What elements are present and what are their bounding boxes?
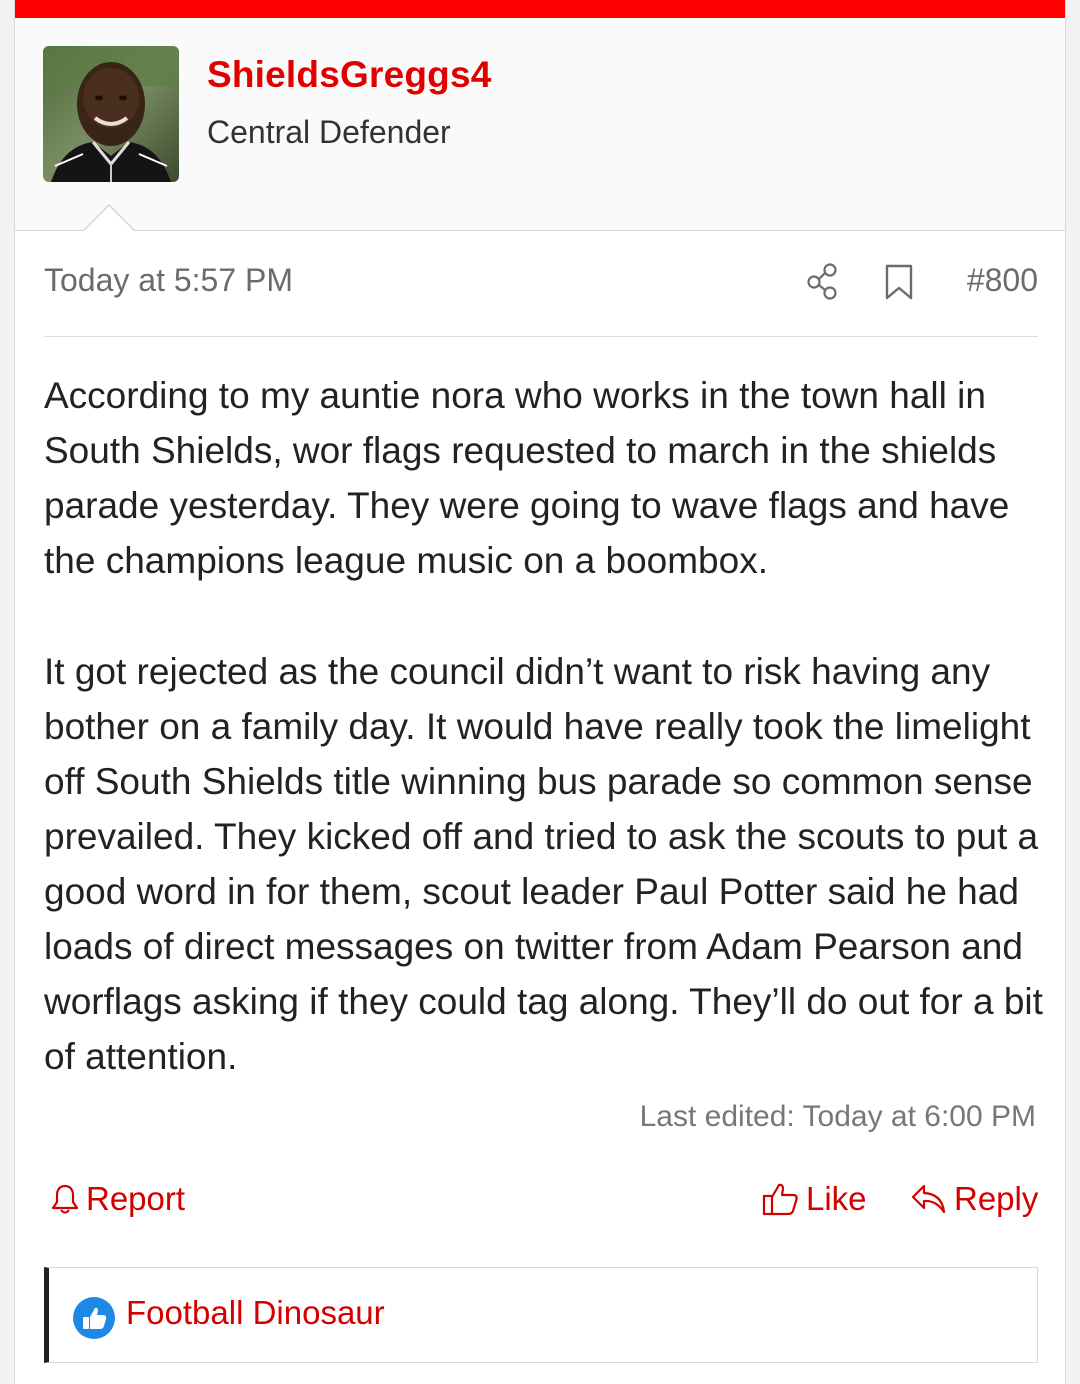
post-date[interactable]: Today at 5:57 PM bbox=[44, 262, 293, 299]
message-paragraph: It got rejected as the council didn’t wa… bbox=[44, 651, 1043, 1077]
reply-icon bbox=[911, 1184, 946, 1214]
report-button[interactable]: Report bbox=[50, 1180, 185, 1218]
thumbs-up-reaction-icon bbox=[72, 1296, 116, 1340]
message-body: According to my auntie nora who works in… bbox=[44, 368, 1044, 1140]
avatar-photo-icon bbox=[43, 46, 179, 182]
post-number[interactable]: #800 bbox=[967, 262, 1038, 299]
reactor-name[interactable]: Football Dinosaur bbox=[126, 1294, 385, 1332]
post-actions: Report Like Reply bbox=[44, 1180, 1038, 1230]
top-accent-bar bbox=[15, 0, 1065, 18]
thumbs-up-icon bbox=[762, 1183, 798, 1216]
user-block: ShieldsGreggs4 Central Defender bbox=[15, 18, 1065, 231]
reply-label: Reply bbox=[954, 1180, 1039, 1217]
post-meta: Today at 5:57 PM #800 bbox=[44, 262, 1038, 302]
last-edited: Last edited: Today at 6:00 PM bbox=[639, 1100, 1036, 1133]
username[interactable]: ShieldsGreggs4 bbox=[207, 54, 492, 96]
reactions-bar[interactable]: Football Dinosaur bbox=[44, 1267, 1038, 1363]
bookmark-icon[interactable] bbox=[884, 264, 914, 300]
share-icon[interactable] bbox=[806, 262, 840, 300]
arrow-pointer bbox=[83, 204, 135, 231]
user-title: Central Defender bbox=[207, 114, 451, 150]
like-button[interactable]: Like bbox=[762, 1180, 867, 1218]
message-paragraph: According to my auntie nora who works in… bbox=[44, 375, 1010, 581]
message-post: ShieldsGreggs4 Central Defender Today at… bbox=[14, 0, 1066, 1384]
divider bbox=[44, 336, 1038, 337]
user-avatar[interactable] bbox=[43, 46, 179, 182]
like-label: Like bbox=[806, 1180, 867, 1217]
report-label: Report bbox=[86, 1180, 186, 1217]
reply-button[interactable]: Reply bbox=[910, 1180, 1038, 1218]
bell-icon bbox=[51, 1184, 79, 1214]
